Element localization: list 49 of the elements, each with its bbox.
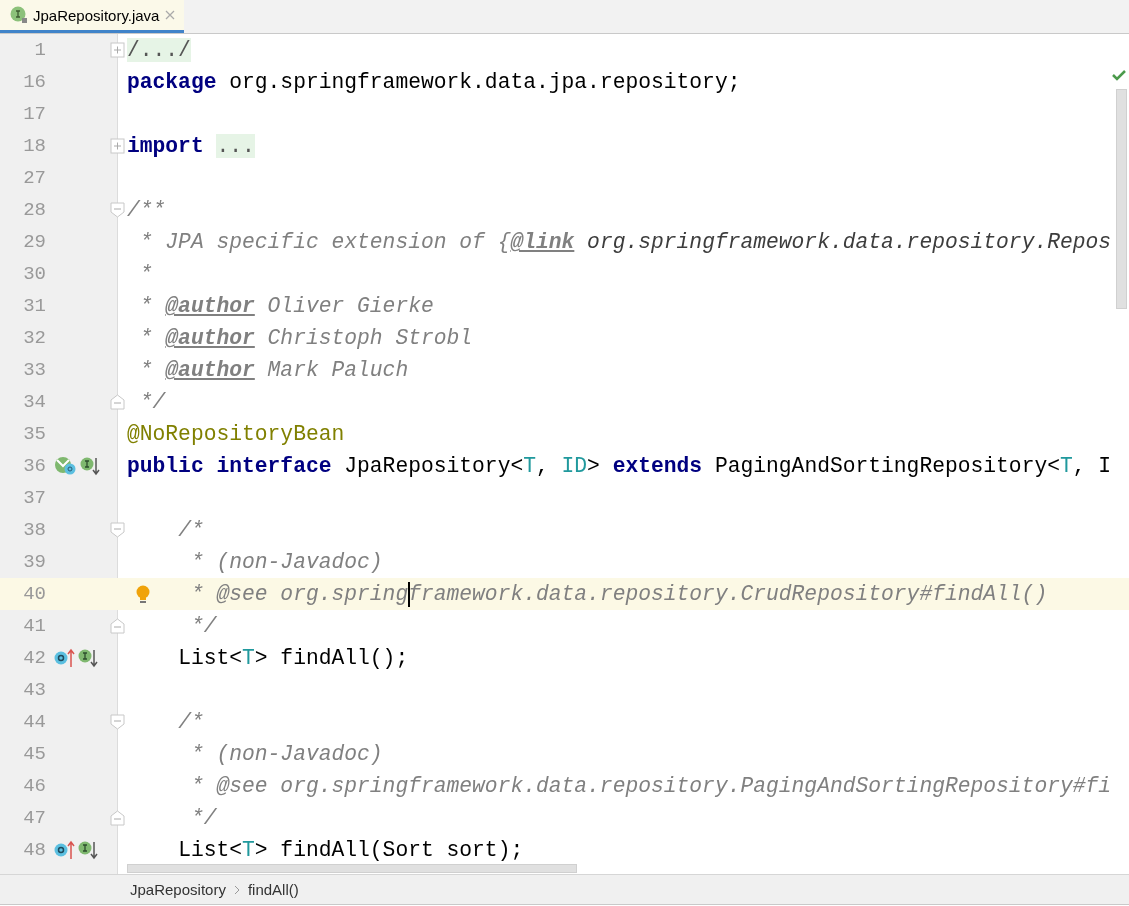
line-number: 18 (22, 135, 46, 157)
code-line: import ... (127, 134, 255, 158)
line-number: 40 (22, 583, 46, 605)
file-tab[interactable]: JpaRepository.java (0, 0, 185, 33)
line-number: 27 (22, 167, 46, 189)
code-line: * JPA specific extension of {@link org.springframework.data.repository.Repos (139, 230, 1112, 254)
line-number: 45 (22, 743, 46, 765)
line-number: 47 (22, 807, 46, 829)
line-number: 41 (22, 615, 46, 637)
line-number: 35 (22, 423, 46, 445)
line-number: 43 (22, 679, 46, 701)
code-line: * @author Oliver Gierke (139, 294, 434, 318)
code-line: @NoRepositoryBean (127, 422, 345, 446)
code-line: */ (190, 806, 217, 830)
line-number: 44 (22, 711, 46, 733)
line-number: 28 (22, 199, 46, 221)
line-number: 46 (22, 775, 46, 797)
line-number: 38 (22, 519, 46, 541)
code-line: List<T> findAll(); (178, 646, 409, 670)
line-number: 37 (22, 487, 46, 509)
code-line: List<T> findAll(Sort sort); (178, 838, 524, 862)
line-number: 31 (22, 295, 46, 317)
line-number: 30 (22, 263, 46, 285)
line-number: 36 (22, 455, 46, 477)
line-number: 1 (33, 39, 46, 61)
breadcrumb[interactable]: JpaRepository (130, 881, 226, 898)
line-number: 34 (22, 391, 46, 413)
code-line: package org.springframework.data.jpa.repository; (127, 70, 741, 94)
code-line: /* (178, 518, 204, 542)
code-line: */ (139, 390, 166, 414)
code-line: */ (190, 614, 217, 638)
code-line: public interface JpaRepository<T, ID> extends PagingAndSortingRepository<T, I (127, 454, 1112, 478)
line-number: 48 (22, 839, 46, 861)
line-number: 32 (22, 327, 46, 349)
code-line: /** (127, 198, 166, 222)
line-number: 33 (22, 359, 46, 381)
line-number: 42 (22, 647, 46, 669)
line-number: 17 (22, 103, 46, 125)
line-number: 39 (22, 551, 46, 573)
line-number: 16 (22, 71, 46, 93)
code-line: * @see org.springframework.data.repository.PagingAndSortingRepository#fi (190, 774, 1112, 798)
code-line: * @author Mark Paluch (139, 358, 409, 382)
breadcrumb[interactable]: findAll() (247, 881, 299, 898)
code-line: * (139, 262, 153, 286)
code-line: /* (178, 710, 204, 734)
code-line: * (non-Javadoc) (190, 742, 383, 766)
line-number: 29 (22, 231, 46, 253)
code-line: * @author Christoph Strobl (139, 326, 473, 350)
code-line: * (non-Javadoc) (190, 550, 383, 574)
